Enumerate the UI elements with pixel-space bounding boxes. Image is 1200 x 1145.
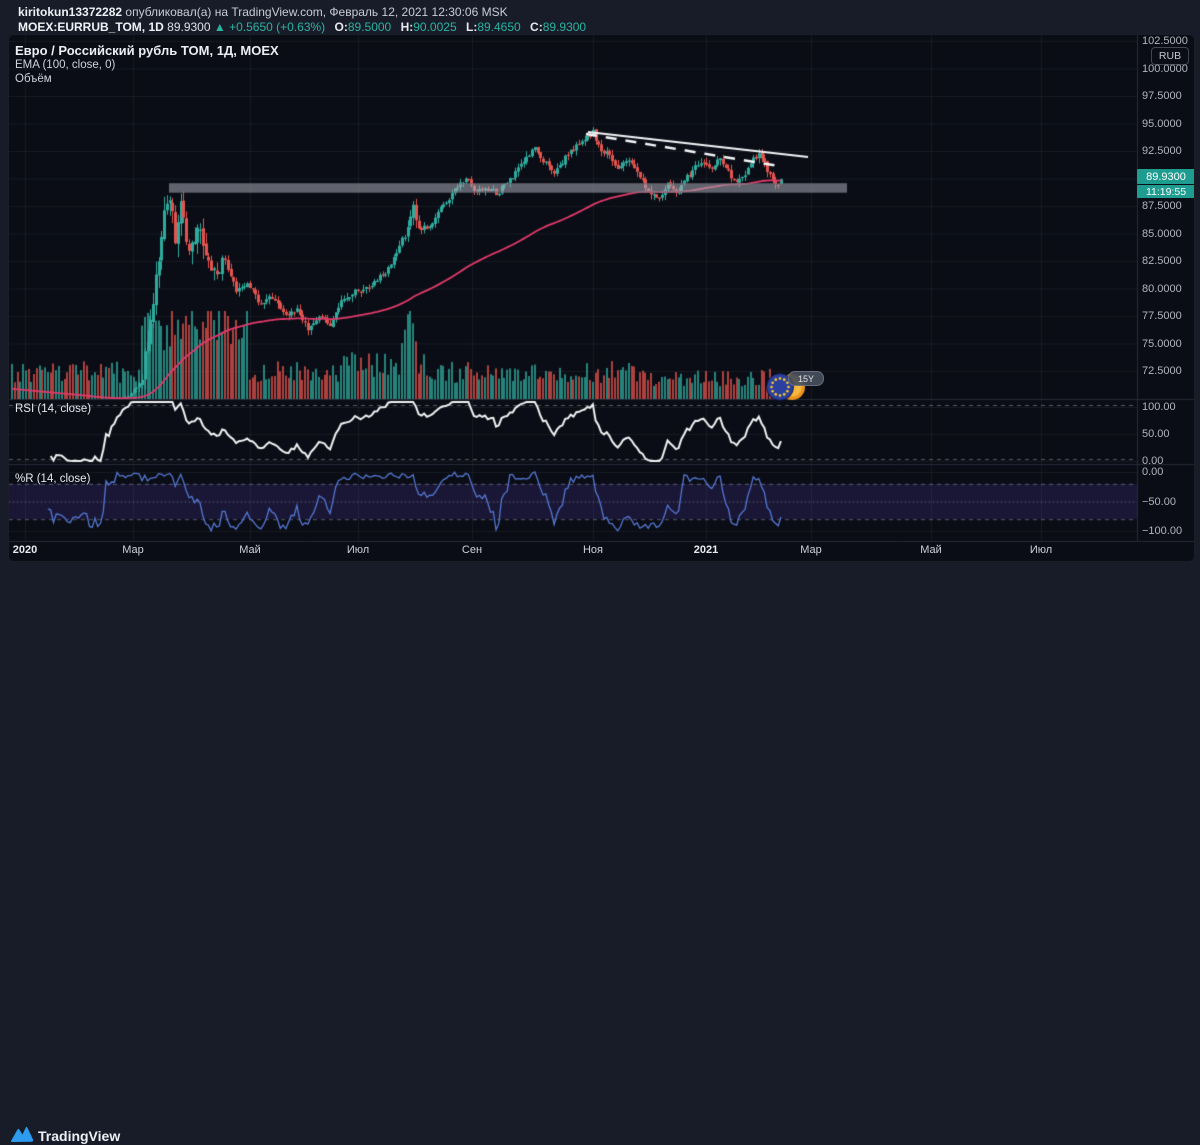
low-label: L: [465, 20, 478, 34]
open-value: 89.5000 [347, 20, 392, 34]
time-axis-label: Мар [122, 544, 144, 556]
rsi-axis-label: 100.00 [1142, 401, 1176, 413]
high-label: H: [400, 20, 414, 34]
time-axis-label: Июл [346, 544, 370, 556]
time-axis-label: 2021 [693, 544, 719, 556]
symbol-name: MOEX:EURRUB_TOM, 1D [18, 20, 164, 34]
price-chart-canvas[interactable] [9, 35, 1194, 561]
close-value: 89.9300 [542, 20, 587, 34]
price-axis-label: 100.0000 [1142, 63, 1188, 75]
legend-ema[interactable]: EMA (100, close, 0) [15, 59, 115, 71]
price-axis-label: 102.5000 [1142, 35, 1188, 47]
price-change: ▲ +0.5650 (+0.63%) [213, 20, 326, 34]
price-axis-label: 77.5000 [1142, 310, 1182, 322]
username: kiritokun13372282 [18, 5, 123, 19]
tradingview-brand-text[interactable]: TradingView [38, 1128, 120, 1144]
chart-frame: Евро / Российский рубль TOM, 1Д, MOEX EM… [8, 34, 1195, 562]
price-axis-label: 92.5000 [1142, 145, 1182, 157]
price-axis-label: 82.5000 [1142, 255, 1182, 267]
price-axis-label: 95.0000 [1142, 118, 1182, 130]
last-price: 89.9300 [167, 20, 211, 34]
wr-axis-label: −100.00 [1142, 525, 1183, 537]
price-axis-label: 72.5000 [1142, 365, 1182, 377]
last-price-badge: 89.9300 [1137, 169, 1194, 184]
time-axis-label: Ноя [582, 544, 604, 556]
time-axis-label: Май [920, 544, 942, 556]
open-label: O: [334, 20, 348, 34]
tradingview-logo-icon[interactable] [10, 1125, 34, 1145]
time-axis-label: 2020 [12, 544, 38, 556]
price-axis-label: 85.0000 [1142, 228, 1182, 240]
time-axis-label: Май [239, 544, 261, 556]
publish-text: опубликовал(а) на TradingView.com, Февра… [125, 5, 508, 19]
time-axis-label: Сен [461, 544, 483, 556]
rsi-pane-label[interactable]: RSI (14, close) [15, 403, 91, 415]
chart-legend-title[interactable]: Евро / Российский рубль TOM, 1Д, MOEX [15, 43, 279, 58]
price-axis-label: 75.0000 [1142, 338, 1182, 350]
rsi-axis-label: 50.00 [1142, 428, 1170, 440]
time-axis-label: Мар [800, 544, 822, 556]
price-axis-label: 80.0000 [1142, 283, 1182, 295]
high-value: 90.0025 [413, 20, 457, 34]
price-axis-label: 97.5000 [1142, 90, 1182, 102]
low-value: 89.4650 [477, 20, 521, 34]
symbol-info-line: MOEX:EURRUB_TOM, 1D 89.9300 ▲ +0.5650 (+… [18, 20, 586, 34]
footer-bar: TradingView [0, 560, 1200, 1144]
legend-volume[interactable]: Объём [15, 73, 52, 85]
wr-axis-label: −50.00 [1142, 496, 1176, 508]
wr-axis-label: 0.00 [1142, 466, 1164, 478]
time-axis-label: Июл [1029, 544, 1053, 556]
publish-info-line: kiritokun13372282 опубликовал(а) на Trad… [18, 5, 508, 19]
price-axis-label: 87.5000 [1142, 200, 1182, 212]
close-label: C: [530, 20, 543, 34]
symbol-flag-badge: 15Y [788, 371, 824, 386]
wr-pane-label[interactable]: %R (14, close) [15, 473, 90, 485]
bar-countdown-badge: 11:19:55 [1137, 185, 1194, 198]
